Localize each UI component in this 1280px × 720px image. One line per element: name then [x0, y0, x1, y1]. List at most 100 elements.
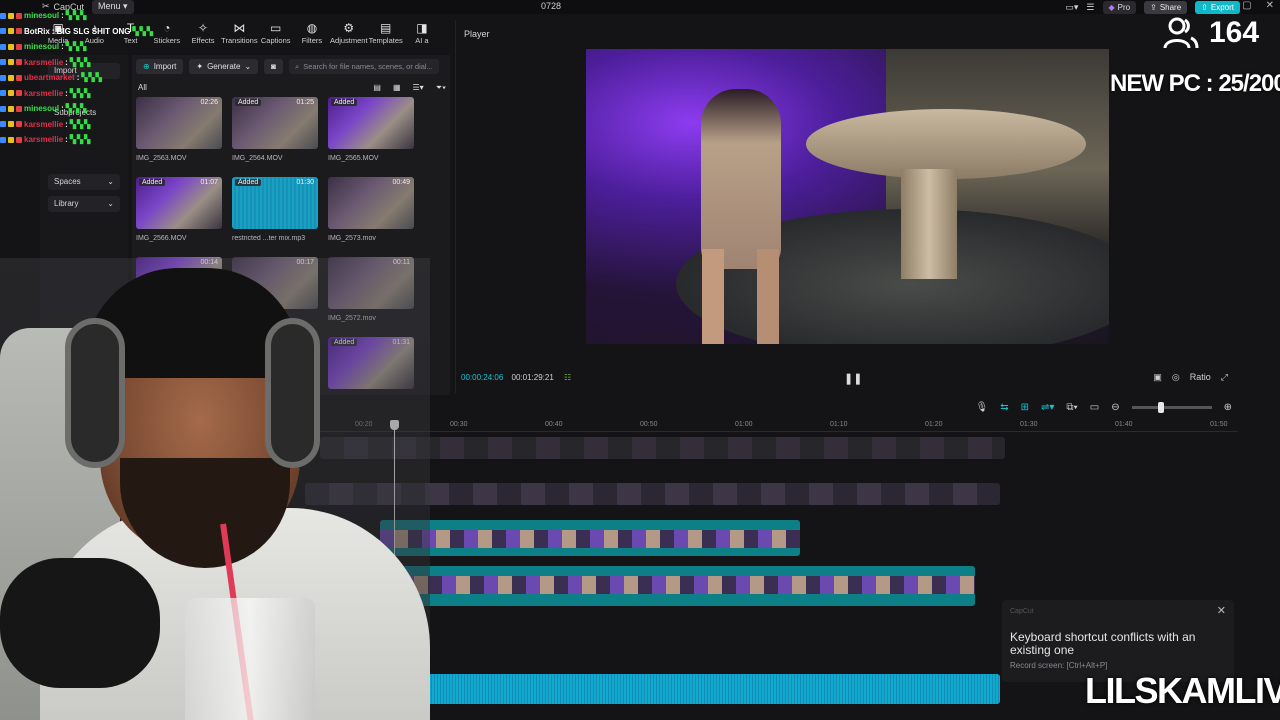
chat-text: : — [61, 11, 64, 21]
added-badge: Added — [235, 179, 262, 186]
effects-icon: ✧ — [198, 21, 209, 35]
ruler-tick-label: 01:00 — [735, 421, 753, 428]
channel-watermark: LILSKAMLIVE — [1085, 670, 1280, 711]
minimize-icon[interactable]: – — [1223, 0, 1229, 11]
grid-view-icon[interactable]: ▦ — [393, 83, 401, 93]
chat-username[interactable]: karsmellie — [24, 135, 63, 144]
chat-username[interactable]: karsmellie — [24, 120, 63, 129]
chat-text: : — [61, 104, 64, 114]
tab-templates[interactable]: ▤ Templates — [368, 20, 404, 50]
subscriber-badge-icon — [8, 28, 14, 35]
sidebar-library[interactable]: Library ⌄ — [48, 196, 120, 212]
zoom-slider-knob[interactable] — [1157, 402, 1164, 413]
tab-filters[interactable]: ◍ Filters — [294, 20, 330, 50]
ratio-button[interactable]: Ratio — [1190, 372, 1211, 383]
subscriber-badge-icon — [8, 121, 14, 128]
gifter-badge-icon — [16, 90, 22, 97]
chat-username[interactable]: karsmellie — [24, 89, 63, 98]
ruler-tick-label: 01:20 — [925, 421, 943, 428]
viewer-count: 164 — [1209, 16, 1260, 49]
verified-badge-icon — [0, 28, 6, 35]
tab-captions[interactable]: ▭ Captions — [258, 20, 294, 50]
pro-button[interactable]: ◆ Pro — [1102, 0, 1137, 14]
media-filename: IMG_2564.MOV — [232, 155, 283, 162]
chat-message: karsmellie: ▚▚▚ — [0, 86, 170, 102]
project-title: 0728 — [541, 1, 562, 11]
player-timecode: 00:00:24:06 00:01:29:21 ☷ — [461, 373, 571, 382]
filter-icon[interactable]: ⏷▾ — [436, 83, 446, 93]
templates-icon: ▤ — [380, 21, 392, 35]
captions-icon: ▭ — [270, 21, 282, 35]
maximize-icon[interactable]: ▢ — [1242, 0, 1251, 11]
folder-icon[interactable]: ▤ — [373, 83, 381, 93]
sidebar-spaces[interactable]: Spaces ⌄ — [48, 174, 120, 190]
emote-icon: ▚▚▚ — [132, 26, 154, 36]
link-icon[interactable]: ⇆ — [1000, 402, 1008, 413]
tab-transitions[interactable]: ⋈ Transitions — [221, 20, 257, 50]
timeline-audio-waveform[interactable] — [420, 674, 1000, 704]
video-thumbnail[interactable]: Added — [328, 97, 414, 149]
fullscreen-quality-icon[interactable]: ▣ — [1153, 372, 1162, 383]
layout-icon[interactable]: ▭▾ — [1065, 2, 1078, 13]
shortcuts-icon[interactable]: ☰ — [1086, 2, 1094, 13]
close-icon[interactable]: ✕ — [1217, 604, 1226, 617]
camera-icon: ◙ — [271, 62, 276, 71]
zoom-slider[interactable] — [1131, 402, 1212, 413]
magnet-icon[interactable]: ⊞ — [1021, 402, 1029, 413]
zoom-out-icon[interactable]: ⊖ — [1111, 402, 1119, 413]
share-button[interactable]: ⇪ Share — [1144, 0, 1188, 14]
pause-icon[interactable]: ❚❚ — [844, 372, 862, 385]
chat-username[interactable]: minesoul — [24, 11, 59, 20]
generate-button[interactable]: ✦ Generate ⌄ — [189, 59, 259, 74]
subscriber-badge-icon — [8, 74, 14, 81]
split-icon[interactable]: ⧉▾ — [1066, 402, 1077, 413]
title-bar: ✂ CapCut Menu ▾ 0728 ▭▾ ☰ ◆ Pro ⇪ Share ⇧ E… — [0, 0, 1280, 14]
media-item[interactable]: Added IMG_2565.MOV — [328, 97, 414, 177]
video-preview[interactable] — [586, 49, 1109, 344]
timeline-clip-selected[interactable] — [380, 520, 800, 556]
timeline-ruler[interactable]: 00:2000:3000:4000:5001:0001:1001:2001:30… — [320, 420, 1238, 432]
video-thumbnail[interactable]: Added 01:07 — [136, 177, 222, 229]
ai-icon: ◨ — [416, 21, 428, 35]
video-thumbnail[interactable]: 00:49 — [328, 177, 414, 229]
subscriber-badge-icon — [8, 59, 14, 66]
gifter-badge-icon — [16, 121, 22, 128]
zoom-in-icon[interactable]: ⊕ — [1224, 402, 1232, 413]
generate-label: Generate — [207, 62, 241, 71]
snapshot-icon[interactable]: ◎ — [1172, 372, 1180, 383]
video-thumbnail[interactable]: Added 01:25 — [232, 97, 318, 149]
sort-icon[interactable]: ☰▾ — [413, 83, 424, 93]
timeline-view-icon[interactable]: ☷ — [564, 373, 571, 382]
media-filename: IMG_2563.MOV — [136, 155, 187, 162]
record-button[interactable]: ◙ — [264, 59, 283, 74]
emote-icon: ▚▚▚ — [65, 42, 88, 52]
tab-adjustment[interactable]: ⚙ Adjustment — [330, 20, 368, 50]
search-input[interactable]: ⌕ Search for file names, scenes, or dial.… — [288, 59, 439, 74]
chat-username[interactable]: BotRix — [24, 27, 50, 36]
verified-badge-icon — [0, 59, 6, 66]
tab-ai-a[interactable]: ◨ AI a — [404, 20, 440, 50]
subscriber-badge-icon — [8, 12, 14, 19]
preview-axis-icon[interactable]: ▭ — [1090, 402, 1099, 413]
chat-username[interactable]: ubeartmarket — [24, 73, 75, 82]
media-item[interactable]: 00:49 IMG_2573.mov — [328, 177, 414, 257]
close-icon[interactable]: ✕ — [1266, 0, 1274, 11]
chat-username[interactable]: karsmellie — [24, 58, 63, 67]
audio-thumbnail[interactable]: Added 01:30 — [232, 177, 318, 229]
verified-badge-icon — [0, 136, 6, 143]
tab-effects[interactable]: ✧ Effects — [185, 20, 221, 50]
expand-icon[interactable]: ⤢ — [1221, 372, 1228, 383]
chat-username[interactable]: minesoul — [24, 42, 59, 51]
microphone-icon[interactable]: 🎙 — [976, 402, 989, 413]
gifter-badge-icon — [16, 74, 22, 81]
adjustment-icon: ⚙ — [343, 21, 355, 35]
chat-username[interactable]: minesoul — [24, 104, 59, 113]
media-item[interactable]: Added 01:30 restricted ...ter mix.mp3 — [232, 177, 318, 257]
tab-label: Effects — [191, 36, 215, 45]
media-item[interactable]: Added 01:25 IMG_2564.MOV — [232, 97, 318, 177]
chat-text: : — [65, 88, 68, 98]
media-item[interactable]: Added 01:07 IMG_2566.MOV — [136, 177, 222, 257]
snap-icon[interactable]: ⇌▾ — [1041, 402, 1054, 413]
sidebar-library-label: Library — [54, 199, 79, 208]
timeline-clip-main[interactable] — [400, 566, 975, 606]
